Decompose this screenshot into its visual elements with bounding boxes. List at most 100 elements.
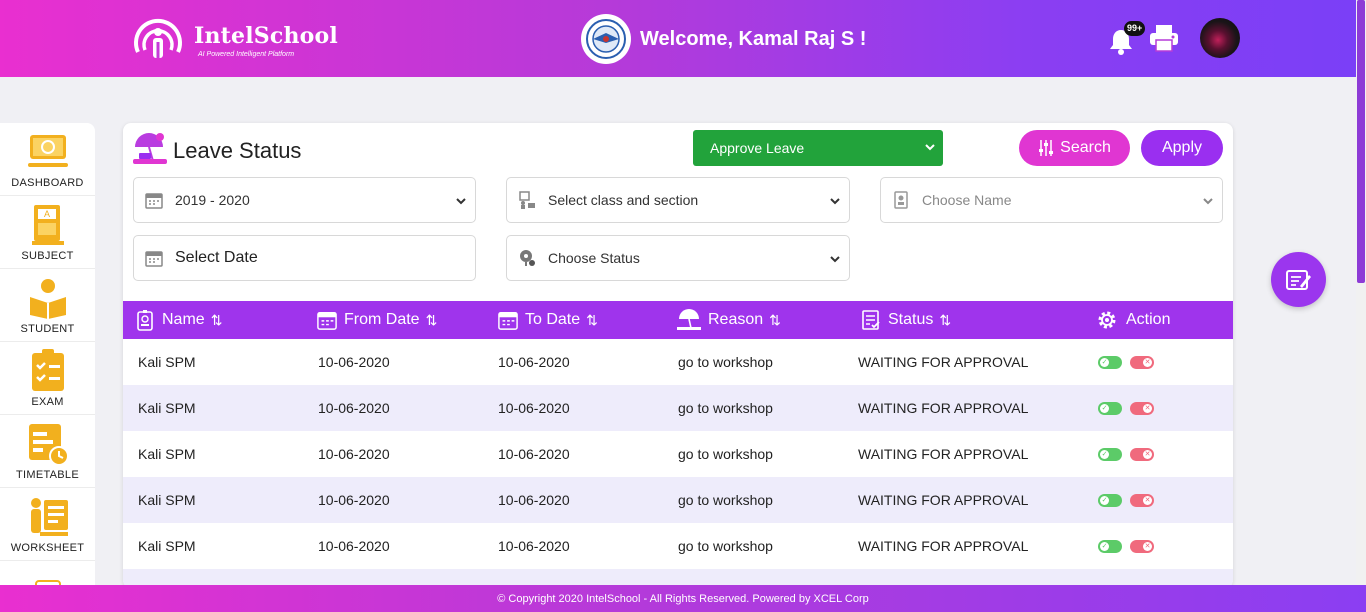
welcome-area: Welcome, Kamal Raj S ! (581, 14, 866, 64)
sidebar-item-worksheet[interactable]: WORKSHEET (0, 488, 95, 561)
sidebar-item-timetable[interactable]: TIMETABLE (0, 415, 95, 488)
sidebar-item-exam[interactable]: EXAM (0, 342, 95, 415)
sort-icon[interactable]: ⇅ (769, 312, 781, 329)
column-header-reason[interactable]: Reason ⇅ (677, 301, 781, 339)
cell-status: WAITING FOR APPROVAL (858, 492, 1029, 508)
sidebar-item-more[interactable] (0, 561, 95, 588)
welcome-message: Welcome, Kamal Raj S ! (640, 27, 867, 50)
cell-from-date: 10-06-2020 (318, 446, 390, 462)
sidebar-item-label: SUBJECT (21, 250, 74, 262)
classroom-icon (518, 191, 536, 209)
reject-toggle[interactable]: ✕ (1130, 355, 1154, 369)
notification-count-badge: 99+ (1124, 21, 1146, 36)
chevron-down-icon (925, 140, 935, 157)
cell-status: WAITING FOR APPROVAL (858, 400, 1029, 416)
cell-actions: ✓ ✕ (1098, 431, 1154, 477)
apply-button[interactable]: Apply (1141, 130, 1223, 166)
cell-reason: go to workshop (678, 446, 773, 462)
user-avatar[interactable] (1200, 18, 1240, 58)
table-row: Kali SPM 10-06-2020 10-06-2020 go to wor… (123, 477, 1233, 523)
select-date-value: Select Date (175, 249, 258, 266)
calendar-icon (145, 249, 163, 267)
reject-toggle[interactable]: ✕ (1130, 539, 1154, 553)
sidebar-item-label: DASHBOARD (11, 177, 84, 189)
sidebar-item-subject[interactable]: A SUBJECT (0, 196, 95, 269)
cell-actions: ✓ ✕ (1098, 523, 1154, 569)
chevron-down-icon (830, 194, 840, 213)
sidebar-item-dashboard[interactable]: DASHBOARD (0, 123, 95, 196)
cell-actions: ✓ ✕ (1098, 339, 1154, 385)
page-scrollbar[interactable] (1356, 0, 1366, 612)
reject-toggle[interactable]: ✕ (1130, 493, 1154, 507)
cell-status: WAITING FOR APPROVAL (858, 354, 1029, 370)
sidebar: DASHBOARD A SUBJECT STUDENT EXAM TIMETAB… (0, 123, 95, 588)
column-header-action: Action (1095, 301, 1170, 339)
beach-umbrella-icon (677, 309, 701, 331)
cell-reason: go to workshop (678, 492, 773, 508)
sidebar-item-student[interactable]: STUDENT (0, 269, 95, 342)
cell-to-date: 10-06-2020 (498, 446, 570, 462)
cell-to-date: 10-06-2020 (498, 354, 570, 370)
chevron-down-icon (1203, 194, 1213, 213)
sort-icon[interactable]: ⇅ (426, 312, 438, 329)
column-header-label: To Date (525, 311, 581, 328)
floating-edit-button[interactable] (1271, 252, 1326, 307)
approve-toggle[interactable]: ✓ (1098, 447, 1122, 461)
column-header-name[interactable]: Name ⇅ (135, 301, 222, 339)
brand-name: IntelSchool (194, 22, 338, 49)
approve-toggle[interactable]: ✓ (1098, 539, 1122, 553)
chevron-down-icon (830, 252, 840, 271)
footer: © Copyright 2020 IntelSchool - All Right… (0, 585, 1366, 612)
cell-name: Kali SPM (138, 354, 196, 370)
choose-status-select[interactable]: Choose Status (506, 235, 850, 281)
approve-toggle[interactable]: ✓ (1098, 355, 1122, 369)
select-date-input[interactable]: Select Date (133, 235, 476, 281)
academic-year-select[interactable]: 2019 - 2020 (133, 177, 476, 223)
cell-name: Kali SPM (138, 538, 196, 554)
table-row: Kali SPM 10-06-2020 10-06-2020 go to wor… (123, 523, 1233, 569)
calendar-icon (145, 191, 163, 209)
notification-bell-icon[interactable]: 99+ (1108, 21, 1146, 55)
approve-toggle[interactable]: ✓ (1098, 493, 1122, 507)
scrollbar-thumb[interactable] (1357, 0, 1365, 283)
calendar-icon (317, 309, 337, 331)
sort-icon[interactable]: ⇅ (939, 312, 951, 329)
copyright-text: © Copyright 2020 IntelSchool - All Right… (497, 592, 869, 605)
printer-icon[interactable] (1148, 23, 1180, 53)
exam-icon (26, 349, 70, 393)
school-emblem-icon (581, 14, 631, 64)
page-title: Leave Status (173, 137, 302, 163)
class-section-select[interactable]: Select class and section (506, 177, 850, 223)
checklist-icon (861, 309, 881, 331)
calendar-icon (498, 309, 518, 331)
reject-toggle[interactable]: ✕ (1130, 447, 1154, 461)
sort-icon[interactable]: ⇅ (211, 312, 223, 329)
approve-leave-select[interactable]: Approve Leave (693, 130, 943, 166)
search-button[interactable]: Search (1019, 130, 1130, 166)
dashboard-icon (26, 130, 70, 174)
column-header-to-date[interactable]: To Date ⇅ (498, 301, 598, 339)
cell-actions: ✓ ✕ (1098, 477, 1154, 523)
sort-icon[interactable]: ⇅ (586, 312, 598, 329)
column-header-status[interactable]: Status ⇅ (861, 301, 951, 339)
id-card-icon (892, 191, 910, 209)
worksheet-icon (26, 495, 70, 539)
id-badge-icon (135, 309, 155, 331)
cell-name: Kali SPM (138, 446, 196, 462)
intelschool-logo[interactable]: IntelSchool AI Powered Intelligent Platf… (128, 12, 338, 68)
column-header-label: Action (1126, 311, 1171, 328)
reject-toggle[interactable]: ✕ (1130, 401, 1154, 415)
cell-reason: go to workshop (678, 354, 773, 370)
table-header: Name ⇅ From Date ⇅ To Date ⇅ Reason ⇅ St… (123, 301, 1233, 339)
sidebar-item-label: EXAM (31, 396, 64, 408)
column-header-from-date[interactable]: From Date ⇅ (317, 301, 437, 339)
approve-toggle[interactable]: ✓ (1098, 401, 1122, 415)
cell-name: Kali SPM (138, 400, 196, 416)
sidebar-item-label: WORKSHEET (10, 542, 85, 554)
column-header-label: Name (162, 311, 205, 328)
gear-icon (1095, 309, 1119, 331)
cell-status: WAITING FOR APPROVAL (858, 538, 1029, 554)
cell-from-date: 10-06-2020 (318, 400, 390, 416)
cell-name: Kali SPM (138, 492, 196, 508)
choose-name-select[interactable]: Choose Name (880, 177, 1223, 223)
